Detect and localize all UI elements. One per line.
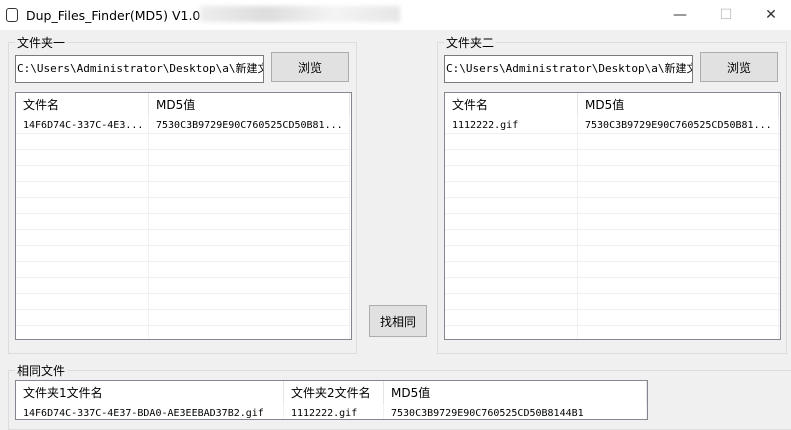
find-same-button[interactable]: 找相同 [369,305,427,337]
empty-row [16,198,351,214]
column-header-folder2-filename[interactable]: 文件夹2文件名 [284,381,384,405]
title-bar: Dup_Files_Finder(MD5) V1.0 — ☐ ✕ [0,0,791,30]
folder2-path-input[interactable]: C:\Users\Administrator\Desktop\a\新建文件 [444,55,693,83]
empty-row [445,166,780,182]
empty-row [445,150,780,166]
column-header-md5[interactable]: MD5值 [578,93,779,117]
app-icon [6,8,18,22]
table-row[interactable]: 14F6D74C-337C-4E3... 7530C3B9729E90C76052… [16,118,351,134]
column-header-folder1-filename[interactable]: 文件夹1文件名 [16,381,284,405]
folder1-browse-button[interactable]: 浏览 [271,52,349,82]
empty-row [445,214,780,230]
table-row[interactable]: 1112222.gif 7530C3B9729E90C760525CD50B81.… [445,118,780,134]
folder2-file-list[interactable]: 文件名 MD5值 1112222.gif 7530C3B9729E90C760525… [444,92,781,340]
empty-row [16,166,351,182]
close-button[interactable]: ✕ [748,0,791,30]
blurred-region [200,6,400,22]
column-header-filename[interactable]: 文件名 [16,93,149,117]
empty-row [16,278,351,294]
cell-md5: 7530C3B9729E90C760525CD50B81... [149,118,350,133]
empty-row [16,262,351,278]
maximize-button[interactable]: ☐ [703,0,749,30]
cell-folder2-filename: 1112222.gif [284,406,384,419]
cell-folder1-filename: 14F6D74C-337C-4E37-BDA0-AE3EEBAD37B2.gif [16,406,284,419]
empty-row [16,182,351,198]
empty-row [16,294,351,310]
empty-row [445,262,780,278]
empty-row [445,294,780,310]
same-files-label: 相同文件 [15,362,68,379]
cell-md5: 7530C3B9729E90C760525CD50B8144B1 [384,406,647,419]
empty-row [445,230,780,246]
same-files-list[interactable]: 文件夹1文件名 文件夹2文件名 MD5值 14F6D74C-337C-4E37-BD… [15,380,648,420]
table-row[interactable]: 14F6D74C-337C-4E37-BDA0-AE3EEBAD37B2.gif… [16,406,647,419]
column-header-filename[interactable]: 文件名 [445,93,578,117]
folder1-file-list[interactable]: 文件名 MD5值 14F6D74C-337C-4E3... 7530C3B9729E… [15,92,352,340]
folder2-label: 文件夹二 [444,34,497,51]
empty-row [445,278,780,294]
cell-filename: 1112222.gif [445,118,578,133]
empty-row [16,230,351,246]
empty-row [16,150,351,166]
empty-row [16,246,351,262]
empty-row [445,310,780,326]
empty-row [445,246,780,262]
empty-row [16,214,351,230]
folder1-path-input[interactable]: C:\Users\Administrator\Desktop\a\新建文件 [15,55,264,83]
cell-filename: 14F6D74C-337C-4E3... [16,118,149,133]
folder1-label: 文件夹一 [15,34,68,51]
folder2-browse-button[interactable]: 浏览 [700,52,778,82]
empty-row [445,198,780,214]
empty-row [445,134,780,150]
empty-row [16,310,351,326]
empty-row [16,134,351,150]
minimize-button[interactable]: — [657,0,703,30]
empty-row [445,182,780,198]
empty-row [445,326,780,339]
empty-row [16,326,351,339]
column-header-md5[interactable]: MD5值 [149,93,350,117]
window-title: Dup_Files_Finder(MD5) V1.0 [26,7,201,23]
cell-md5: 7530C3B9729E90C760525CD50B81... [578,118,779,133]
column-header-md5[interactable]: MD5值 [384,381,647,405]
